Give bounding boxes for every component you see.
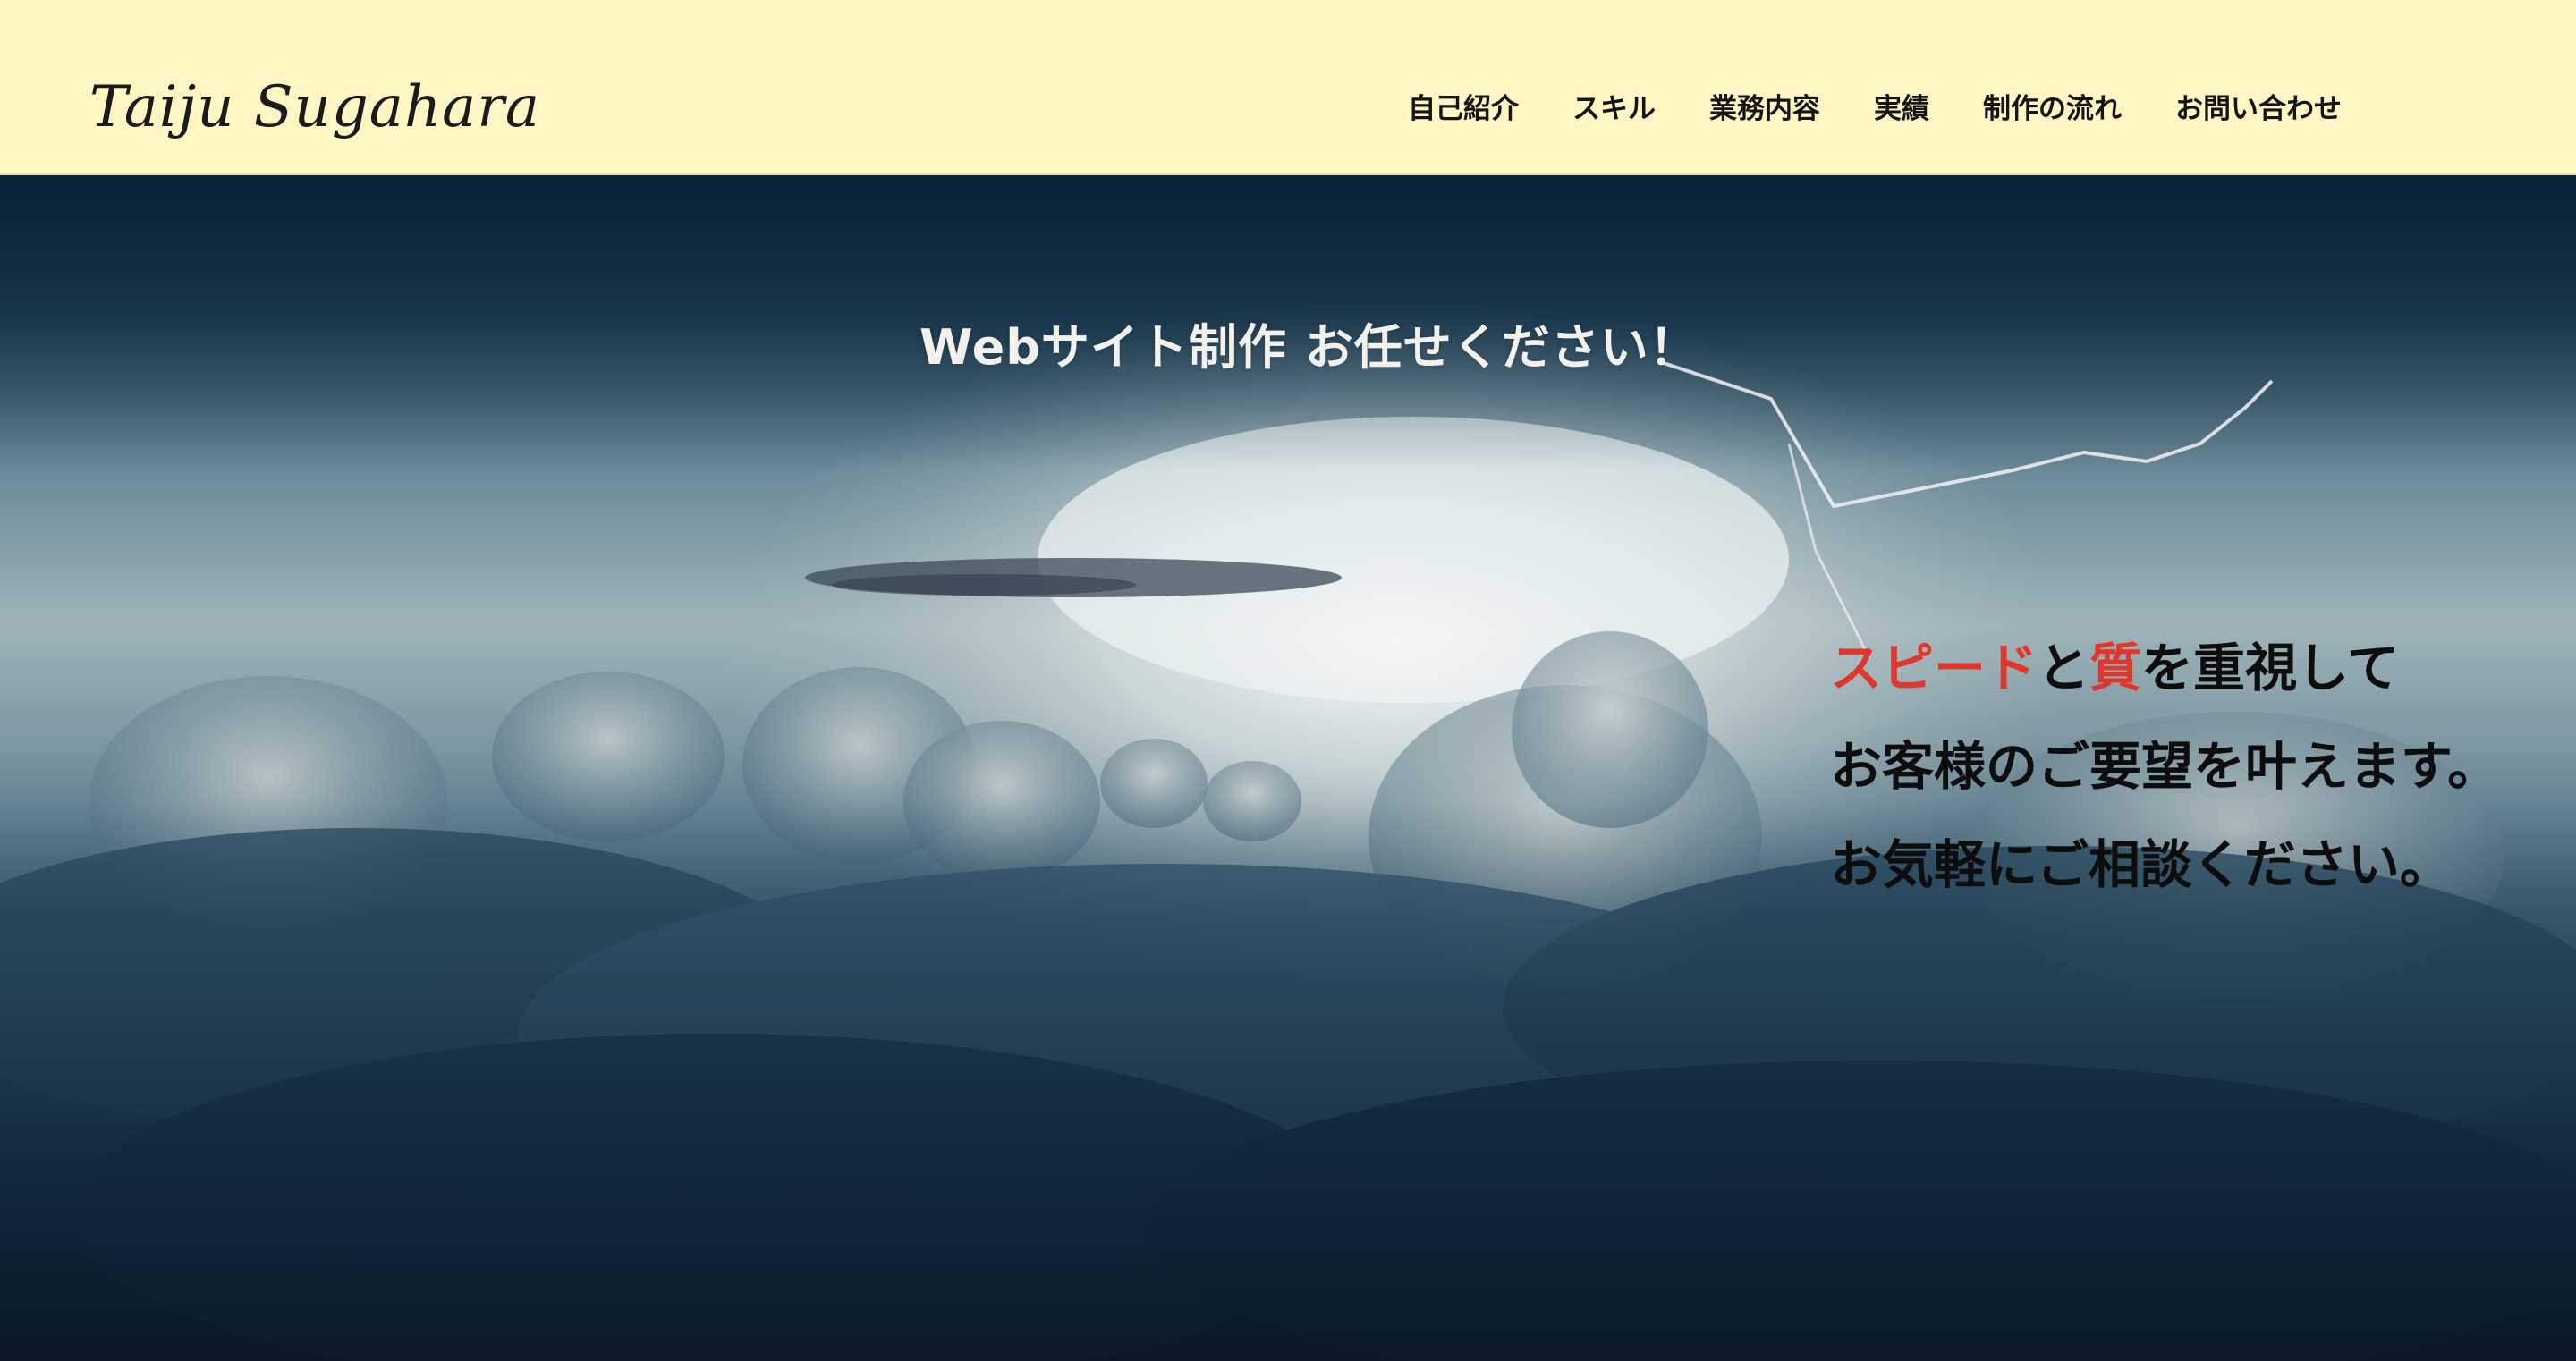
hero-tagline: Webサイト制作 お任せください！ [919,319,1699,376]
hero-text-emphasis: を重視して [2141,638,2400,698]
site-header: Taiju Sugahara 自己紹介 スキル 業務内容 実績 制作の流れ お問… [0,0,2576,175]
hero-section: Webサイト制作 お任せください！ スピードと質を重視して お客様のご要望を叶え… [0,175,2576,1361]
nav-item-contact[interactable]: お問い合わせ [2175,93,2342,126]
main-nav: 自己紹介 スキル 業務内容 実績 制作の流れ お問い合わせ [1354,93,2342,126]
nav-item-workflow[interactable]: 制作の流れ [1983,93,2122,126]
nav-item-services[interactable]: 業務内容 [1709,93,1820,126]
site-logo[interactable]: Taiju Sugahara [89,79,540,136]
hero-message: スピードと質を重視して お客様のご要望を叶えます。 お気軽にご相談ください。 [1830,619,2499,914]
hero-message-line-1: スピードと質を重視して [1830,619,2499,717]
hero-text-and: と [2038,638,2090,698]
nav-item-works[interactable]: 実績 [1874,93,1929,126]
hero-message-line-3: お気軽にご相談ください。 [1830,834,2452,895]
nav-item-skills[interactable]: スキル [1572,93,1656,126]
hero-accent-speed: スピード [1830,638,2038,698]
hero-message-line-2: お客様のご要望を叶えます。 [1830,736,2500,797]
nav-item-about[interactable]: 自己紹介 [1408,93,1519,126]
hero-accent-quality: 質 [2089,638,2142,698]
